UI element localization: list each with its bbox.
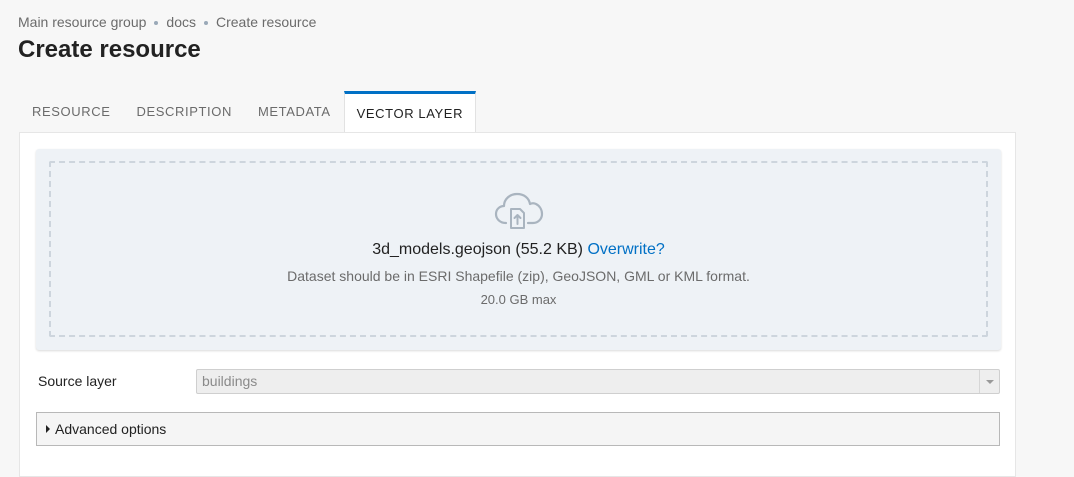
source-layer-label: Source layer (38, 373, 117, 389)
format-hint: Dataset should be in ESRI Shapefile (zip… (287, 268, 750, 284)
caret-right-icon (46, 425, 50, 433)
file-name-size: 3d_models.geojson (55.2 KB) (372, 241, 583, 258)
tab-resource[interactable]: RESOURCE (19, 91, 123, 132)
upload-dropzone[interactable]: 3d_models.geojson (55.2 KB) Overwrite? D… (36, 149, 1001, 350)
upload-dropzone-border: 3d_models.geojson (55.2 KB) Overwrite? D… (49, 161, 988, 337)
overwrite-link[interactable]: Overwrite? (587, 241, 664, 258)
advanced-options-label: Advanced options (55, 421, 167, 437)
tab-bar: RESOURCE DESCRIPTION METADATA VECTOR LAY… (19, 91, 477, 133)
max-size-hint: 20.0 GB max (480, 292, 557, 307)
breadcrumb: Main resource group docs Create resource (18, 14, 316, 30)
vector-layer-panel: 3d_models.geojson (55.2 KB) Overwrite? D… (19, 132, 1016, 477)
source-layer-select[interactable]: buildings (196, 369, 1000, 394)
breadcrumb-main-resource-group[interactable]: Main resource group (18, 14, 146, 30)
breadcrumb-create-resource[interactable]: Create resource (216, 14, 316, 30)
tab-description[interactable]: DESCRIPTION (123, 91, 244, 132)
cloud-upload-icon (494, 192, 543, 229)
source-layer-value: buildings (202, 373, 258, 389)
page-title: Create resource (18, 36, 201, 63)
tab-vector-layer[interactable]: VECTOR LAYER (343, 91, 477, 133)
uploaded-file-info: 3d_models.geojson (55.2 KB) Overwrite? (51, 241, 986, 259)
chevron-down-icon[interactable] (979, 370, 999, 393)
breadcrumb-separator (203, 21, 208, 25)
breadcrumb-separator (154, 21, 159, 25)
breadcrumb-docs[interactable]: docs (166, 14, 196, 30)
advanced-options-toggle[interactable]: Advanced options (36, 412, 1000, 446)
tab-metadata[interactable]: METADATA (245, 91, 344, 132)
